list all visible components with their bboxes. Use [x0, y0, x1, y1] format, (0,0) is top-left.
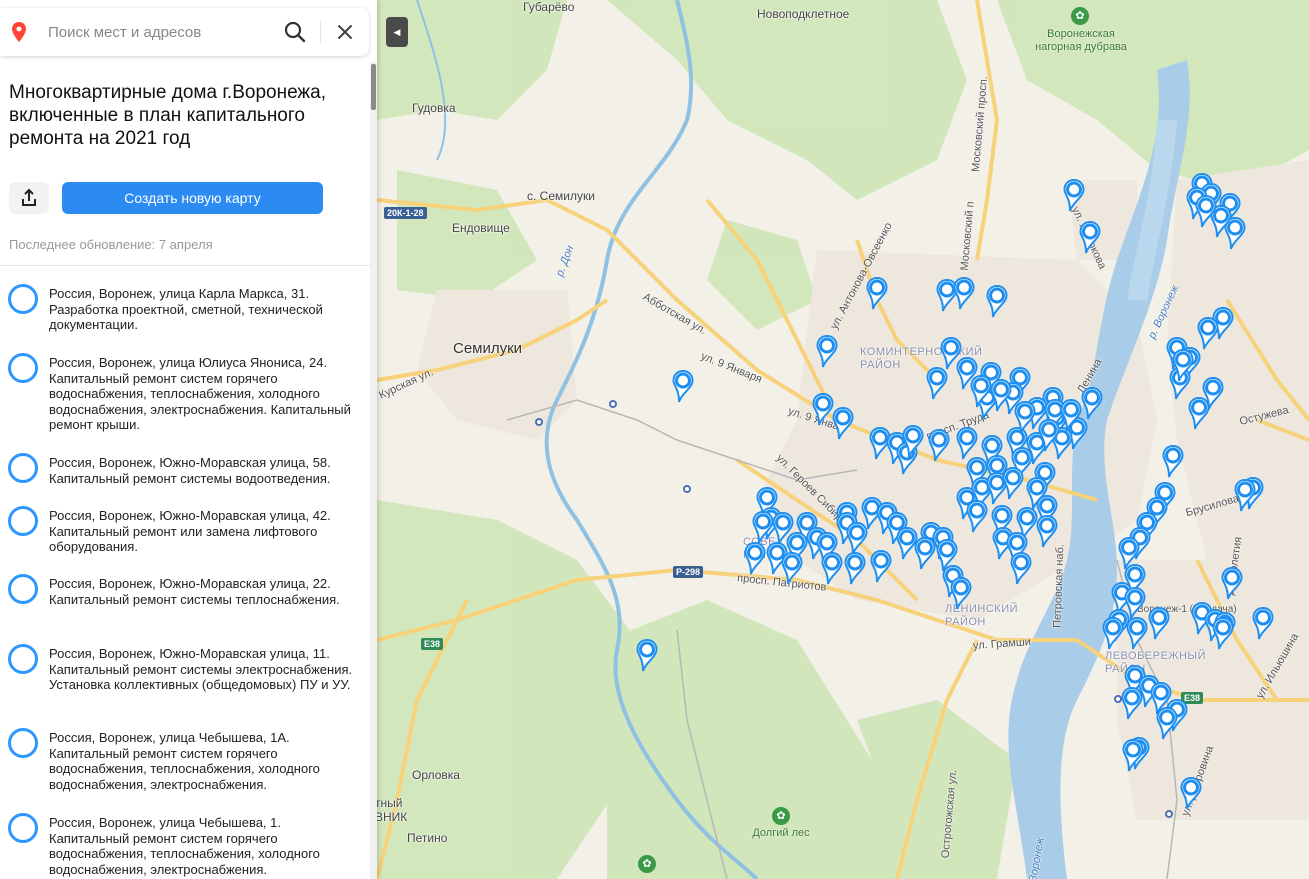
app: Губарёво Новоподклетное Гудовка с. Семил…: [0, 0, 1309, 879]
place-label-semiluki: Семилуки: [453, 340, 523, 357]
place-label-petino: Петино: [407, 831, 448, 845]
road-badge-20k: 20К-1-28: [384, 207, 427, 219]
map-marker-icon[interactable]: [865, 276, 889, 310]
map-marker-icon[interactable]: [1125, 616, 1149, 650]
map-marker-icon[interactable]: [955, 426, 979, 460]
map-marker-icon[interactable]: [1001, 466, 1025, 500]
map-marker-icon[interactable]: [1120, 686, 1144, 720]
map-marker-icon[interactable]: [1059, 398, 1083, 432]
location-pin-icon: [12, 22, 26, 42]
list-item-text: Россия, Воронеж, Южно-Моравская улица, 5…: [49, 455, 331, 486]
map-marker-icon[interactable]: [1251, 606, 1275, 640]
search-icon[interactable]: [284, 21, 306, 43]
map-marker-icon[interactable]: [1196, 316, 1220, 350]
map-marker-icon[interactable]: [671, 369, 695, 403]
list-item-text: Россия, Воронеж, улица Чебышева, 1. Капи…: [49, 815, 320, 877]
map-marker-icon[interactable]: [1035, 514, 1059, 548]
place-label-semiluki-s: с. Семилуки: [527, 189, 595, 203]
park-label-dolgiy-les: Долгий лес: [752, 827, 810, 839]
place-label-top-partial: тный: [377, 796, 403, 810]
map-marker-icon[interactable]: [949, 576, 973, 610]
map-marker-icon[interactable]: [1037, 418, 1061, 452]
list-item-text: Россия, Воронеж, Южно-Моравская улица, 4…: [49, 508, 331, 554]
park-icon: ✿: [638, 855, 656, 873]
divider: [320, 20, 321, 44]
list-item-marker-icon: [8, 284, 38, 314]
create-map-button[interactable]: Создать новую карту: [62, 182, 323, 214]
place-label-orlovka: Орловка: [412, 768, 460, 782]
map-marker-icon[interactable]: [1013, 400, 1037, 434]
list-item-marker-icon: [8, 453, 38, 483]
divider: [0, 265, 377, 266]
map-marker-icon[interactable]: [1211, 616, 1235, 650]
map-marker-icon[interactable]: [1179, 776, 1203, 810]
place-label-gudovka: Гудовка: [412, 101, 456, 115]
road-badge-e38: Е38: [421, 638, 444, 650]
road-badge-p298: Р-298: [673, 566, 704, 578]
list-item-marker-icon: [8, 813, 38, 843]
map-title: Многоквартирные дома г.Воронежа, включен…: [9, 82, 326, 149]
park-label-dubrava: Воронежская нагорная дубрава: [1035, 28, 1127, 53]
park-icon: ✿: [1071, 7, 1089, 25]
list-item-text: Россия, Воронеж, улица Чебышева, 1А. Кап…: [49, 730, 320, 792]
map-marker-icon[interactable]: [820, 551, 844, 585]
scrollbar-thumb[interactable]: [371, 64, 376, 110]
map-marker-icon[interactable]: [925, 366, 949, 400]
map-marker-icon[interactable]: [1078, 220, 1102, 254]
map-marker-icon[interactable]: [989, 378, 1013, 412]
map-marker-icon[interactable]: [913, 536, 937, 570]
map-marker-icon[interactable]: [831, 406, 855, 440]
search-box: [0, 8, 369, 56]
map-marker-icon[interactable]: [843, 551, 867, 585]
list-item-text: Россия, Воронеж, улица Юлиуса Янониса, 2…: [49, 355, 351, 432]
list-item-marker-icon: [8, 506, 38, 536]
map-marker-icon[interactable]: [1147, 606, 1171, 640]
map-marker-icon[interactable]: [1187, 396, 1211, 430]
map-marker-icon[interactable]: [952, 276, 976, 310]
list-item-marker-icon: [8, 353, 38, 383]
list-item-marker-icon: [8, 644, 38, 674]
last-update-text: Последнее обновление: 7 апреля: [9, 237, 213, 252]
place-label-nik: ВНИК: [377, 810, 408, 824]
map-marker-icon[interactable]: [1101, 616, 1125, 650]
list-item-marker-icon: [8, 574, 38, 604]
map-marker-icon[interactable]: [845, 521, 869, 555]
map-marker-icon[interactable]: [1062, 178, 1086, 212]
list-item-marker-icon: [8, 728, 38, 758]
map-marker-icon[interactable]: [780, 551, 804, 585]
scrollbar[interactable]: [370, 62, 377, 879]
park-icon: ✿: [772, 807, 790, 825]
map-marker-icon[interactable]: [1155, 706, 1179, 740]
list-item-text: Россия, Воронеж, Южно-Моравская улица, 1…: [49, 646, 353, 692]
map-marker-icon[interactable]: [1009, 551, 1033, 585]
district-label-levoberezhny: ЛЕВОБЕРЕЖНЫЙ РАЙОН: [1105, 650, 1207, 675]
place-label-novopodkletnoe: Новоподклетное: [757, 7, 850, 21]
map-marker-icon[interactable]: [1080, 386, 1104, 420]
list-item-text: Россия, Воронеж, Южно-Моравская улица, 2…: [49, 576, 340, 607]
collapse-panel-button[interactable]: ◀: [386, 17, 408, 47]
map-marker-icon[interactable]: [1171, 348, 1195, 382]
map-marker-icon[interactable]: [1233, 478, 1257, 512]
share-button[interactable]: [9, 182, 49, 214]
map-canvas[interactable]: Губарёво Новоподклетное Гудовка с. Семил…: [377, 0, 1309, 879]
map-marker-icon[interactable]: [869, 549, 893, 583]
place-label-endovishche: Ендовище: [452, 221, 510, 235]
map-marker-icon[interactable]: [743, 541, 767, 575]
map-marker-icon[interactable]: [901, 424, 925, 458]
map-marker-icon[interactable]: [1121, 738, 1145, 772]
map-marker-icon[interactable]: [927, 428, 951, 462]
map-marker-icon[interactable]: [815, 334, 839, 368]
search-input[interactable]: [48, 21, 268, 43]
map-marker-icon[interactable]: [985, 284, 1009, 318]
place-label-gubarevo: Губарёво: [523, 0, 575, 14]
close-icon[interactable]: [334, 21, 356, 43]
map-marker-icon[interactable]: [635, 638, 659, 672]
share-icon: [22, 188, 36, 206]
map-marker-icon[interactable]: [1161, 444, 1185, 478]
map-marker-icon[interactable]: [1220, 566, 1244, 600]
map-marker-icon[interactable]: [1194, 194, 1218, 228]
sidebar: Многоквартирные дома г.Воронежа, включен…: [0, 0, 377, 879]
map-marker-icon[interactable]: [965, 499, 989, 533]
list-item-text: Россия, Воронеж, улица Карла Маркса, 31.…: [49, 286, 323, 332]
